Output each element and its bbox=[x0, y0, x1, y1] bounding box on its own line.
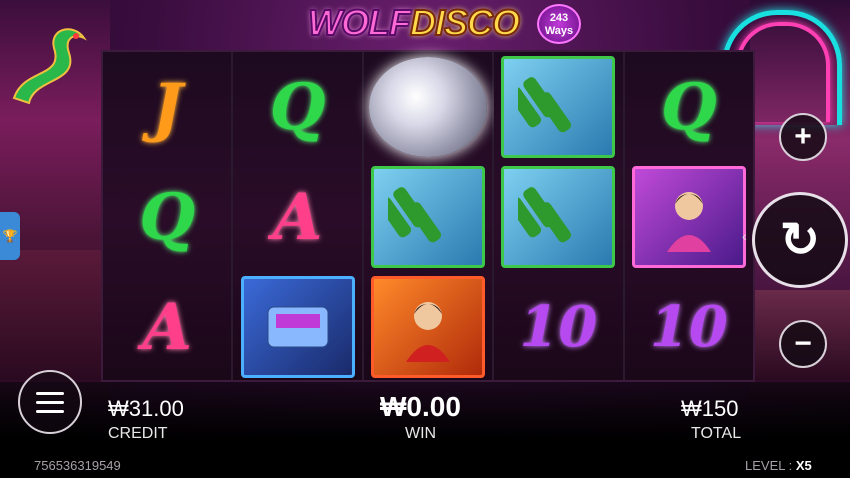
symbol-10: 10 bbox=[649, 294, 728, 360]
win-label: WIN bbox=[405, 425, 437, 442]
reel-2: QA bbox=[233, 52, 364, 382]
menu-bar-icon bbox=[36, 400, 64, 404]
game-logo: WOLFDISCO bbox=[307, 1, 538, 46]
symbol-10: 10 bbox=[519, 294, 598, 360]
symbol-q: Q bbox=[660, 69, 717, 145]
singer-woman-graphic bbox=[666, 192, 711, 252]
account-id: 756536319549 bbox=[34, 458, 121, 473]
reel-4: 10 bbox=[494, 52, 625, 382]
reel-1: JQA bbox=[103, 52, 234, 382]
menu-button[interactable] bbox=[18, 370, 82, 434]
ways-badge: 243 Ways bbox=[537, 4, 581, 44]
total-bet-value: ₩150 bbox=[681, 396, 739, 421]
reel-cell bbox=[233, 272, 361, 382]
reel-cell: Q bbox=[103, 162, 231, 272]
logo-wolf-text: WOLF bbox=[307, 1, 412, 44]
reel-cell bbox=[364, 52, 492, 162]
disco-pager-graphic bbox=[267, 306, 329, 348]
singer-woman-icon bbox=[631, 166, 746, 268]
symbol-j: J bbox=[152, 69, 183, 145]
reel-cell: 10 bbox=[494, 272, 622, 382]
reel-cell bbox=[625, 162, 753, 272]
reel-grid: J Q A Q A 10 Q 10 bbox=[101, 50, 755, 382]
menu-bar-icon bbox=[36, 391, 64, 395]
disco-pager-icon bbox=[240, 276, 355, 378]
side-tab-trophy-icon[interactable]: 🏆 bbox=[0, 212, 20, 260]
beer-bottles-icon bbox=[371, 166, 486, 268]
beer-bottles-icon bbox=[501, 56, 616, 158]
win-value: ₩0.00 bbox=[380, 391, 461, 422]
beer-bottles-icon bbox=[501, 166, 616, 268]
credit-label: CREDIT bbox=[108, 425, 168, 442]
reel-cell bbox=[494, 52, 622, 162]
disco-ball-icon bbox=[369, 57, 488, 157]
reel-cell bbox=[494, 162, 622, 272]
reel-cell: A bbox=[233, 162, 361, 272]
singer-man-graphic bbox=[406, 302, 451, 362]
logo-disco-text: DISCO bbox=[409, 1, 521, 44]
bet-increase-button[interactable]: + bbox=[779, 113, 827, 161]
reel-cell: Q bbox=[233, 52, 361, 162]
reel-cell: 10 bbox=[625, 272, 753, 382]
symbol-q: Q bbox=[139, 179, 196, 255]
reel-5: Q 10 bbox=[624, 52, 754, 382]
level-value: X5 bbox=[795, 458, 812, 473]
total-bet-label: TOTAL bbox=[691, 425, 742, 442]
reel-cell: A bbox=[103, 272, 231, 382]
ways-label: Ways bbox=[544, 25, 574, 37]
singer-man-icon bbox=[371, 276, 486, 378]
neon-dragon-icon bbox=[12, 28, 87, 105]
dance-floor-left bbox=[0, 250, 110, 380]
menu-bar-icon bbox=[36, 409, 64, 413]
reel-3 bbox=[363, 52, 495, 382]
level-indicator: LEVEL : X5 bbox=[745, 458, 812, 473]
reel-cell: Q bbox=[625, 52, 753, 162]
symbol-a: A bbox=[142, 289, 193, 365]
symbol-a: A bbox=[272, 179, 323, 255]
credit-value: ₩31.00 bbox=[108, 396, 184, 421]
beer-bottles-graphic bbox=[518, 187, 572, 243]
level-label: LEVEL : bbox=[745, 458, 793, 473]
bet-decrease-button[interactable]: − bbox=[779, 320, 827, 368]
beer-bottles-graphic bbox=[518, 77, 572, 133]
ways-number: 243 bbox=[549, 12, 569, 24]
reel-cell bbox=[364, 272, 492, 382]
spin-arrow-icon: ‹ bbox=[742, 228, 747, 244]
reel-cell: J bbox=[103, 52, 231, 162]
symbol-q: Q bbox=[269, 69, 326, 145]
spin-button[interactable]: ↻ bbox=[752, 192, 848, 288]
reel-cell bbox=[364, 162, 492, 272]
beer-bottles-graphic bbox=[388, 187, 442, 243]
